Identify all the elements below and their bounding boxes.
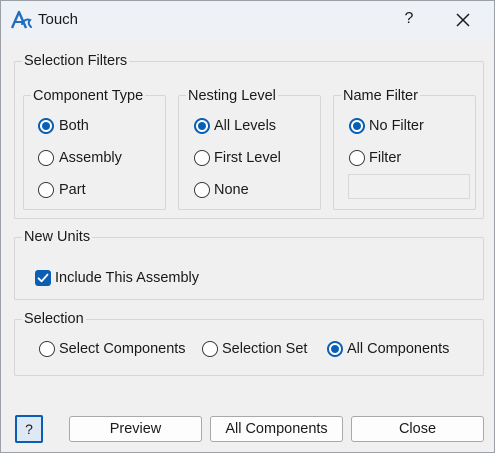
app-logo-icon — [10, 10, 32, 29]
selection-title: Selection — [22, 311, 86, 327]
radio-both[interactable] — [38, 118, 54, 134]
nesting-level-title: Nesting Level — [186, 88, 278, 104]
radio-none[interactable] — [194, 182, 210, 198]
selection-filters-title: Selection Filters — [22, 53, 130, 69]
radio-select-components-label[interactable]: Select Components — [59, 341, 186, 357]
radio-filter[interactable] — [349, 150, 365, 166]
title-help-button[interactable]: ? — [402, 10, 416, 28]
filter-input[interactable] — [348, 174, 470, 199]
preview-button[interactable]: Preview — [69, 416, 202, 442]
include-assembly-label[interactable]: Include This Assembly — [55, 270, 199, 286]
radio-all-levels[interactable] — [194, 118, 210, 134]
close-button[interactable]: Close — [351, 416, 484, 442]
radio-filter-label[interactable]: Filter — [369, 150, 401, 166]
radio-selection-set[interactable] — [202, 341, 218, 357]
radio-part[interactable] — [38, 182, 54, 198]
dialog-content: Selection Filters Component Type Both As… — [1, 39, 494, 452]
all-components-button[interactable]: All Components — [210, 416, 343, 442]
radio-first-level-label[interactable]: First Level — [214, 150, 281, 166]
include-assembly-checkbox[interactable] — [35, 270, 51, 286]
radio-both-label[interactable]: Both — [59, 118, 89, 134]
new-units-group — [14, 237, 484, 300]
touch-dialog: Touch ? Selection Filters Component Type… — [0, 0, 495, 453]
close-icon[interactable] — [455, 12, 471, 28]
radio-part-label[interactable]: Part — [59, 182, 86, 198]
title-bar: Touch ? — [1, 1, 494, 39]
radio-all-components[interactable] — [327, 341, 343, 357]
window-title: Touch — [38, 11, 79, 28]
radio-assembly-label[interactable]: Assembly — [59, 150, 122, 166]
radio-selection-set-label[interactable]: Selection Set — [222, 341, 307, 357]
radio-no-filter-label[interactable]: No Filter — [369, 118, 424, 134]
checkmark-icon — [37, 273, 49, 283]
radio-all-components-label[interactable]: All Components — [347, 341, 449, 357]
radio-no-filter[interactable] — [349, 118, 365, 134]
radio-first-level[interactable] — [194, 150, 210, 166]
component-type-title: Component Type — [31, 88, 146, 104]
radio-assembly[interactable] — [38, 150, 54, 166]
new-units-title: New Units — [22, 229, 93, 245]
name-filter-title: Name Filter — [341, 88, 420, 104]
help-button[interactable]: ? — [15, 415, 43, 443]
radio-all-levels-label[interactable]: All Levels — [214, 118, 276, 134]
radio-none-label[interactable]: None — [214, 182, 249, 198]
radio-select-components[interactable] — [39, 341, 55, 357]
